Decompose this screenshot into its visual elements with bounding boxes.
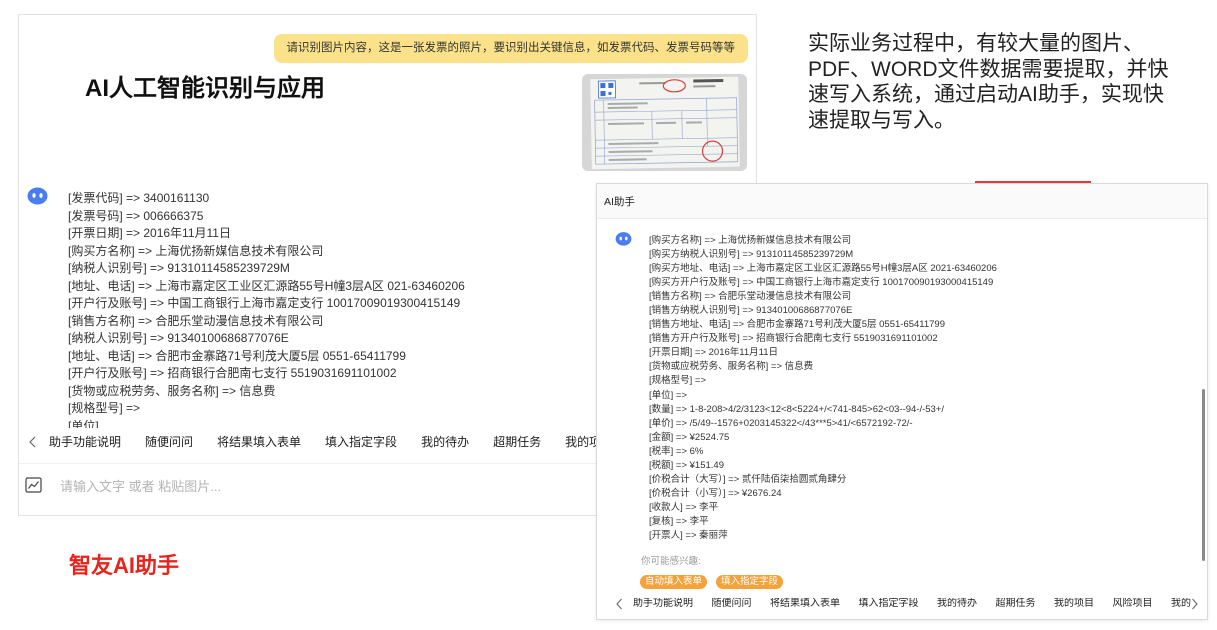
toolbar-item-assistant-guide[interactable]: 助手功能说明 — [49, 434, 121, 450]
description-text: 实际业务过程中，有较大量的图片、 PDF、WORD文件数据需要提取，并快 速写入… — [808, 31, 1169, 134]
toolbar-item-my-todos[interactable]: 我的待办 — [421, 434, 469, 450]
result-line: [数量] => 1-8-208>4/2/3123<12<8<5224+/<741… — [649, 403, 944, 415]
suggestion-chip-fill-field[interactable]: 填入指定字段 — [716, 575, 784, 589]
result-line: [开票日期] => 2016年11月11日 — [649, 347, 779, 359]
result-line: [货物或应税劳务、服务名称] => 信息费 — [649, 361, 814, 373]
page-title: AI人工智能识别与应用 — [85, 75, 325, 102]
result-line: [规格型号] => — [68, 401, 141, 415]
user-message-bubble: 请识别图片内容，这是一张发票的照片，要识别出关键信息，如发票代码、发票号码等等 — [273, 34, 748, 63]
accent-bar — [975, 181, 1091, 183]
toolbar-item-my-todos[interactable]: 我的待办 — [937, 598, 977, 610]
result-line: [价税合计（大写）] => 贰仟陆佰柒拾圆贰角肆分 — [649, 473, 847, 485]
quick-action-toolbar: 助手功能说明 随便问问 将结果填入表单 填入指定字段 我的待办 超期任务 我的项 — [49, 434, 601, 450]
result-line: [地址、电话] => 上海市嘉定区工业区汇源路55号H幢3层A区 021-634… — [68, 278, 465, 293]
result-line: [价税合计（小写）] => ¥2676.24 — [649, 487, 782, 499]
toolbar-item-ask-anything[interactable]: 随便问问 — [712, 598, 752, 610]
brand-caption: 智友AI助手 — [69, 553, 180, 578]
result-line: [货物或应税劳务、服务名称] => 信息费 — [68, 383, 276, 398]
chevron-left-icon[interactable] — [615, 598, 623, 610]
assistant-title: AI助手 — [604, 196, 635, 208]
result-line: [复核] => 李平 — [649, 515, 709, 527]
result-line: [开户行及账号] => 中国工商银行上海市嘉定支行 10017009019300… — [68, 296, 461, 310]
toolbar-item-ask-anything[interactable]: 随便问问 — [145, 434, 193, 450]
description-line: 实际业务过程中，有较大量的图片、 — [808, 32, 1144, 55]
result-line: [购买方名称] => 上海优扬新媒信息技术有限公司 — [649, 235, 852, 246]
toolbar-item-overdue-tasks[interactable]: 超期任务 — [996, 598, 1036, 610]
description-line: PDF、WORD文件数据需要提取，并快 — [808, 57, 1169, 81]
result-line: [销售方地址、电话] => 合肥市金寨路71号利茂大厦5层 0551-65411… — [649, 319, 946, 331]
invoice-thumbnail[interactable] — [582, 74, 747, 171]
toolbar-item-risk-projects[interactable]: 风险项目 — [1113, 598, 1153, 610]
chevron-right-icon[interactable] — [1191, 598, 1199, 610]
result-line: [地址、电话] => 合肥市金寨路71号利茂大厦5层 0551-65411799 — [68, 348, 406, 363]
suggestion-chip-fill-form[interactable]: 自动填入表单 — [640, 575, 708, 589]
result-line: [发票代码] => 3400161130 — [68, 191, 210, 205]
message-input[interactable] — [60, 477, 660, 495]
scrollbar[interactable] — [1202, 389, 1205, 561]
result-line: [开票日期] => 2016年11月11日 — [68, 226, 231, 240]
result-line: [税额] => ¥151.49 — [649, 459, 724, 471]
toolbar-item-fill-field[interactable]: 填入指定字段 — [859, 598, 919, 610]
recognition-result: [发票代码] => 3400161130 [发票号码] => 006666375… — [68, 190, 688, 428]
result-line: [纳税人识别号] => 91310114585239729M — [68, 261, 290, 275]
toolbar-item-fill-form[interactable]: 将结果填入表单 — [770, 598, 840, 610]
result-line: [销售方纳税人识别号] => 91340100686877076E — [649, 305, 853, 317]
chevron-left-icon[interactable] — [28, 436, 37, 448]
result-line: [税率] => 6% — [649, 445, 704, 457]
toolbar-item-assistant-guide[interactable]: 助手功能说明 — [633, 598, 693, 610]
toolbar-item-fill-form[interactable]: 将结果填入表单 — [217, 434, 301, 450]
result-line: [规格型号] => — [649, 375, 707, 387]
quick-action-toolbar: 助手功能说明 随便问问 将结果填入表单 填入指定字段 我的待办 超期任务 我的项… — [633, 598, 1191, 610]
assistant-header: AI助手 — [597, 184, 1207, 219]
toolbar-item-fill-field[interactable]: 填入指定字段 — [325, 434, 397, 450]
result-line: [纳税人识别号] => 91340100686877076E — [68, 331, 289, 345]
description-line: 速提取与写入。 — [808, 109, 955, 133]
image-icon[interactable] — [25, 477, 42, 493]
result-line: [单位] — [68, 418, 99, 429]
result-line: [购买方地址、电话] => 上海市嘉定区工业区汇源路55号H幢3层A区 2021… — [649, 263, 997, 275]
result-line: [购买方名称] => 上海优扬新媒信息技术有限公司 — [68, 243, 324, 258]
suggestions-label: 你可能感兴趣: — [641, 556, 701, 567]
result-line: [购买方纳税人识别号] => 91310114585239729M — [649, 249, 854, 261]
robot-icon — [27, 187, 48, 205]
result-line: [开户行及账号] => 招商银行合肥南七支行 5519031691101002 — [68, 366, 397, 380]
result-line: [收款人] => 李平 — [649, 501, 719, 513]
result-line: [销售方名称] => 合肥乐堂动漫信息技术有限公司 — [649, 291, 852, 303]
result-line: [金额] => ¥2524.75 — [649, 431, 730, 443]
result-line: [销售方开户行及账号] => 招商银行合肥南七支行 55190316911010… — [649, 333, 938, 345]
result-line: [发票号码] => 006666375 — [68, 208, 204, 223]
result-line: [开票人] => 秦丽萍 — [649, 529, 728, 541]
toolbar-item-my-projects[interactable]: 我的项目 — [1054, 598, 1094, 610]
toolbar-item-more[interactable]: 我的 — [1171, 598, 1191, 610]
ai-assistant-window: AI助手 [购买方名称] => 上海优扬新媒信息技术有限公司 [购买方纳税人识别… — [596, 183, 1208, 620]
result-line: [销售方名称] => 合肥乐堂动漫信息技术有限公司 — [68, 313, 324, 328]
result-line: [购买方开户行及账号] => 中国工商银行上海市嘉定支行 10017009019… — [649, 277, 994, 289]
robot-icon — [615, 232, 632, 246]
toolbar-item-overdue-tasks[interactable]: 超期任务 — [493, 434, 541, 450]
description-line: 速写入系统，通过启动AI助手，实现快 — [808, 83, 1164, 107]
result-line: [单价] => /5/49--1576+0203145322</43***5>4… — [649, 417, 913, 429]
result-line: [单位] => — [649, 389, 688, 401]
recognition-result: [购买方名称] => 上海优扬新媒信息技术有限公司 [购买方纳税人识别号] =>… — [649, 234, 997, 543]
